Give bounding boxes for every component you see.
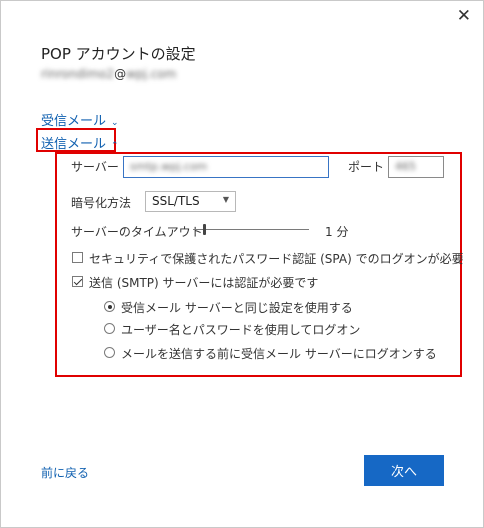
port-input[interactable]: 465 <box>388 156 444 178</box>
radio-username-password[interactable] <box>104 323 115 334</box>
outgoing-mail-toggle[interactable]: 送信メール ⌃ <box>41 133 119 152</box>
radio-same-as-incoming[interactable] <box>104 301 115 312</box>
smtp-auth-label: 送信 (SMTP) サーバーには認証が必要です <box>89 276 319 290</box>
email-domain: wpj.com <box>126 67 177 81</box>
incoming-mail-toggle[interactable]: 受信メール ⌄ <box>41 110 119 129</box>
timeout-slider-thumb[interactable] <box>202 224 206 235</box>
dropdown-arrow-icon: ▼ <box>222 195 229 204</box>
dialog-title: POP アカウントの設定 <box>41 45 196 63</box>
account-email: rinrondimo2@wpj.com <box>41 67 176 81</box>
outgoing-mail-label: 送信メール <box>41 137 107 152</box>
timeout-label: サーバーのタイムアウト <box>71 225 203 239</box>
email-local-part: rinrondimo2 <box>41 67 115 81</box>
next-button[interactable]: 次へ <box>364 455 444 486</box>
server-value: smtp.wpj.com <box>130 160 208 173</box>
close-icon[interactable]: ✕ <box>457 7 471 25</box>
encryption-value: SSL/TLS <box>152 194 200 208</box>
server-label: サーバー <box>71 160 119 174</box>
radio-logon-before-send[interactable] <box>104 347 115 358</box>
pop-account-dialog: ✕ POP アカウントの設定 rinrondimo2@wpj.com 受信メール… <box>0 0 484 528</box>
incoming-mail-label: 受信メール <box>41 114 107 129</box>
timeout-value: 1 分 <box>325 225 349 239</box>
port-value: 465 <box>395 160 416 173</box>
smtp-auth-checkbox[interactable] <box>72 276 83 287</box>
server-input[interactable]: smtp.wpj.com <box>123 156 329 178</box>
radio-same-as-incoming-label: 受信メール サーバーと同じ設定を使用する <box>121 301 353 315</box>
back-link[interactable]: 前に戻る <box>41 464 89 481</box>
spa-checkbox[interactable] <box>72 252 83 263</box>
spa-label: セキュリティで保護されたパスワード認証 (SPA) でのログオンが必要 <box>89 252 464 266</box>
encryption-label: 暗号化方法 <box>71 196 132 210</box>
encryption-select[interactable]: SSL/TLS ▼ <box>145 191 236 212</box>
radio-username-password-label: ユーザー名とパスワードを使用してログオン <box>121 323 361 337</box>
port-label: ポート <box>348 160 385 174</box>
chevron-down-icon: ⌄ <box>111 118 119 128</box>
timeout-slider-track[interactable] <box>193 229 309 230</box>
chevron-up-icon: ⌃ <box>111 141 119 151</box>
radio-logon-before-send-label: メールを送信する前に受信メール サーバーにログオンする <box>121 347 437 361</box>
email-at-sign: @ <box>114 67 127 81</box>
